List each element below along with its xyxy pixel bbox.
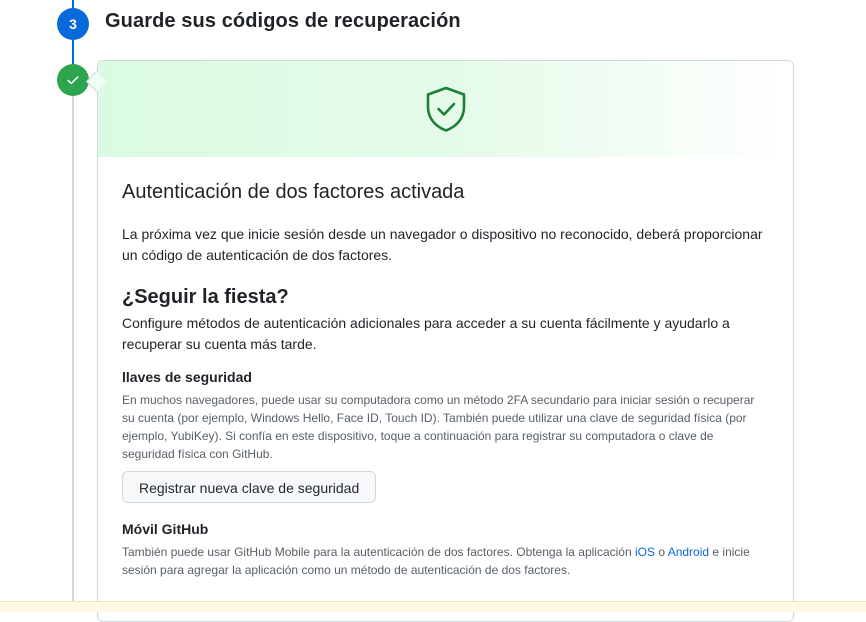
github-mobile-heading: Móvil GitHub (122, 521, 209, 537)
step-number-badge: 3 (57, 8, 89, 40)
card-heading: Autenticación de dos factores activada (122, 181, 465, 203)
continue-heading: ¿Seguir la fiesta? (122, 286, 289, 308)
step-complete-badge (57, 64, 89, 96)
shield-check-icon (426, 86, 465, 132)
card-body: Autenticación de dos factores activada L… (98, 157, 793, 579)
security-keys-heading: llaves de seguridad (122, 369, 252, 385)
android-link[interactable]: Android (668, 545, 709, 559)
step-title: Guarde sus códigos de recuperación (105, 10, 461, 32)
github-mobile-text-before: También puede usar GitHub Mobile para la… (122, 545, 635, 559)
success-banner (98, 61, 793, 157)
register-security-key-button[interactable]: Registrar nueva clave de seguridad (122, 471, 377, 503)
bottom-notice-bar (0, 601, 866, 612)
ios-link[interactable]: iOS (635, 545, 655, 559)
intro-text: La próxima vez que inicie sesión desde u… (122, 226, 763, 263)
github-mobile-text: También puede usar GitHub Mobile para la… (122, 543, 769, 579)
timeline-line-top (72, 0, 74, 8)
continue-text: Configure métodos de autenticación adici… (122, 315, 730, 352)
check-icon (67, 76, 79, 85)
github-mobile-text-or: o (655, 545, 668, 559)
timeline-line-middle (72, 40, 74, 64)
security-keys-text: En muchos navegadores, puede usar su com… (122, 393, 755, 461)
two-factor-success-card: Autenticación de dos factores activada L… (97, 60, 794, 622)
timeline-line-bottom (72, 96, 74, 611)
